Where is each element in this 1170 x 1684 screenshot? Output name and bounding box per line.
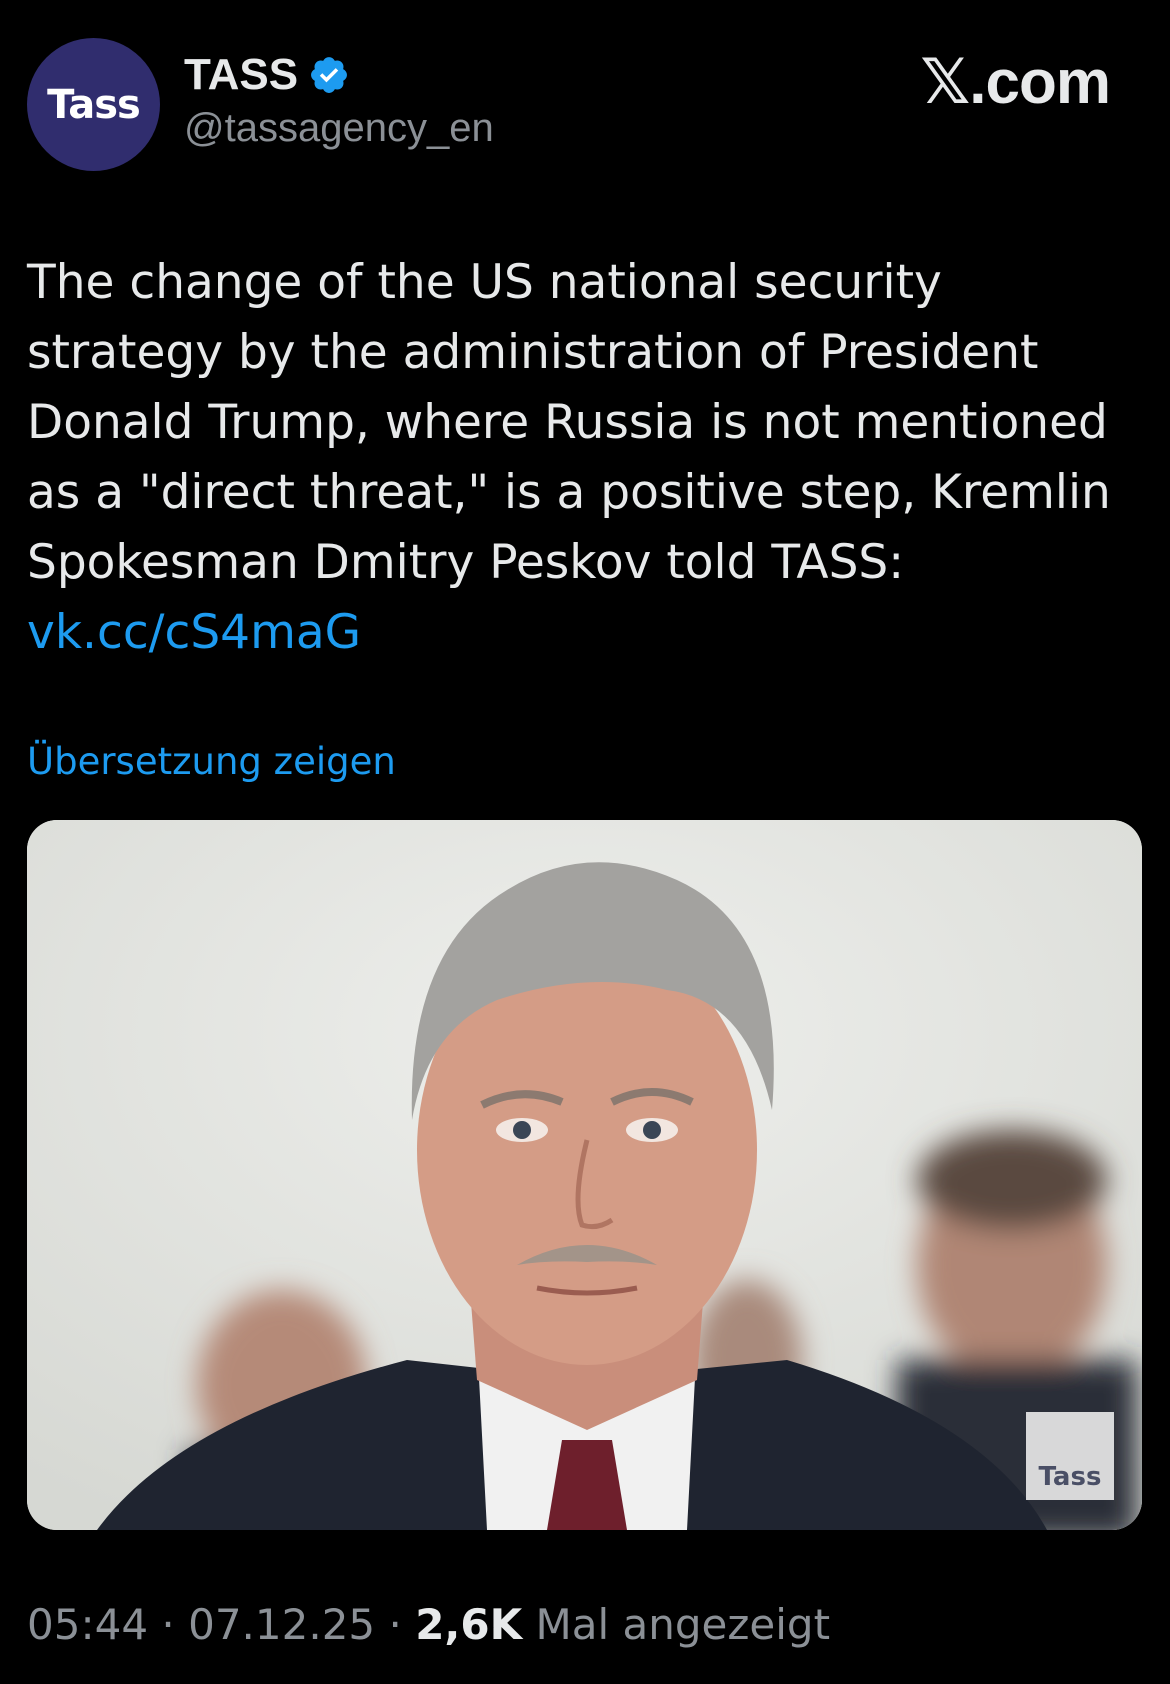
tweet-link[interactable]: vk.cc/cS4maG [27, 598, 1147, 668]
photo-agency-badge: Tass [1026, 1412, 1114, 1500]
x-com-watermark: 𝕏.com [920, 48, 1111, 117]
meta-separator: · [375, 1600, 416, 1649]
display-name[interactable]: TASS [184, 50, 298, 100]
show-translation-link[interactable]: Übersetzung zeigen [27, 740, 396, 783]
account-handle[interactable]: @tassagency_en [184, 106, 494, 151]
tweet-date[interactable]: 07.12.25 [188, 1600, 375, 1649]
meta-separator: · [148, 1600, 189, 1649]
tweet-body: The change of the US national security s… [27, 248, 1147, 668]
view-count: 2,6K [415, 1600, 523, 1649]
tweet-time[interactable]: 05:44 [27, 1600, 148, 1649]
author-name-row[interactable]: TASS [184, 50, 350, 100]
photo-illustration [27, 820, 1142, 1530]
tweet-photo[interactable]: Tass [27, 820, 1142, 1530]
avatar[interactable]: Tass [27, 38, 160, 171]
tweet-text: The change of the US national security s… [27, 255, 1111, 590]
verified-badge-icon [308, 54, 350, 96]
tweet-meta: 05:44 · 07.12.25 · 2,6K Mal angezeigt [27, 1600, 830, 1649]
avatar-logo-text: Tass [47, 81, 141, 128]
view-count-label: Mal angezeigt [522, 1600, 831, 1649]
